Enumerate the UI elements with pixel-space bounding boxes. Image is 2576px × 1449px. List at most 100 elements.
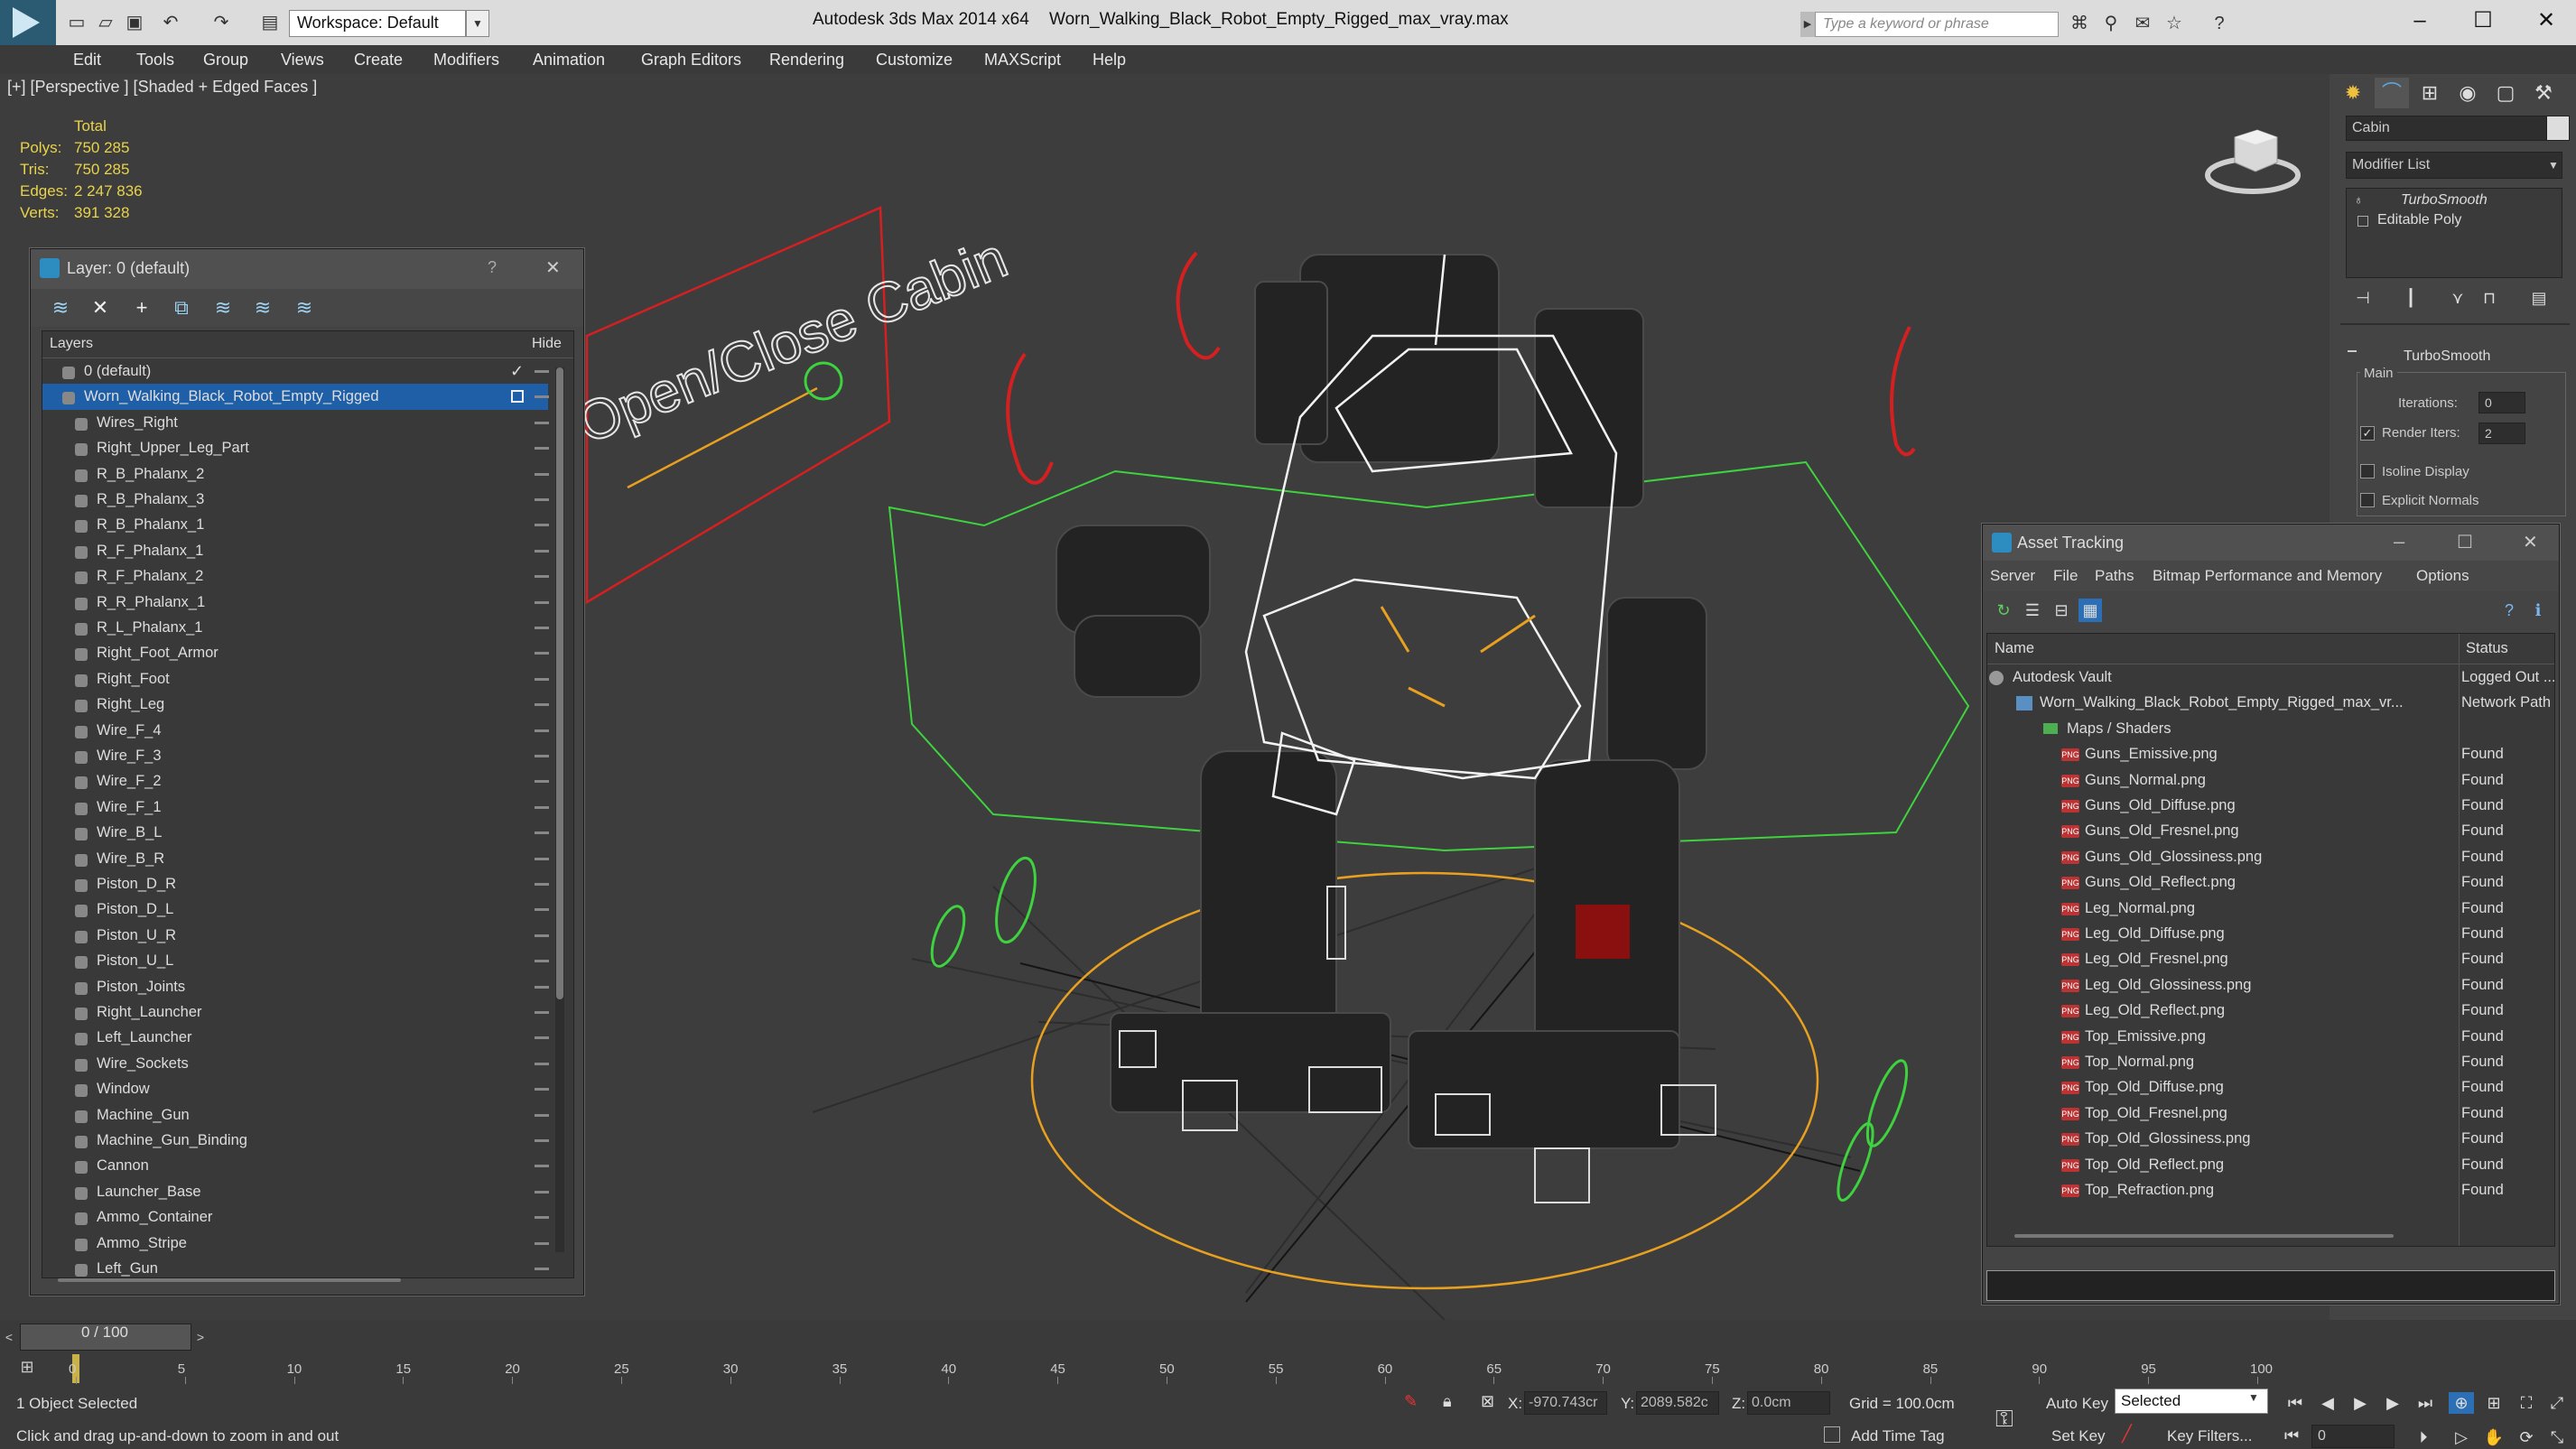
layer-help-icon[interactable]: ? — [488, 258, 497, 277]
hide-toggle[interactable] — [535, 524, 549, 527]
maximize-icon[interactable]: ☐ — [2456, 7, 2510, 34]
app-logo-icon[interactable] — [0, 0, 56, 45]
layer-scrollbar-thumb[interactable] — [556, 367, 563, 999]
layer-row[interactable]: Wire_F_2 — [42, 768, 549, 794]
make-unique-icon[interactable]: ⋎ — [2447, 287, 2469, 309]
hide-toggle[interactable] — [535, 780, 549, 784]
hide-toggle[interactable] — [535, 627, 549, 629]
hide-toggle[interactable] — [535, 472, 549, 476]
prev-frame-icon[interactable]: ◀ — [2315, 1392, 2340, 1414]
asset-hscroll-thumb[interactable] — [2014, 1234, 2394, 1238]
asset-menu-paths[interactable]: Paths — [2095, 561, 2134, 591]
asset-row[interactable]: PNG Top_Old_Glossiness.png Found — [1987, 1126, 2554, 1151]
menu-animation[interactable]: Animation — [533, 45, 605, 74]
menu-customize[interactable]: Customize — [876, 45, 953, 74]
hide-toggle[interactable] — [535, 985, 549, 989]
remove-modifier-icon[interactable]: ⊓ — [2478, 287, 2500, 309]
hide-toggle[interactable] — [535, 831, 549, 835]
menu-group[interactable]: Group — [203, 45, 248, 74]
name-column-header[interactable]: Name — [1995, 640, 2034, 657]
grid-view-icon[interactable]: ▦ — [2078, 599, 2102, 622]
redo-icon[interactable]: ↷ — [209, 12, 233, 33]
layer-row[interactable]: Right_Leg — [42, 692, 549, 717]
layer-row[interactable]: Window — [42, 1076, 549, 1101]
hide-toggle[interactable] — [535, 703, 549, 707]
turbosmooth-rollout-title[interactable]: TurboSmooth — [2404, 348, 2490, 365]
layer-row[interactable]: R_F_Phalanx_2 — [42, 563, 549, 589]
highlight-layer-icon[interactable]: ≋ — [211, 296, 235, 320]
chevron-down-icon[interactable]: ▼ — [2542, 152, 2565, 179]
add-time-tag[interactable]: Add Time Tag — [1851, 1427, 1945, 1445]
isoline-checkbox[interactable] — [2360, 464, 2375, 478]
time-config-icon[interactable]: ⏵ — [2411, 1426, 2436, 1448]
stack-item-editable-poly[interactable]: Editable Poly — [2377, 212, 2461, 228]
x-coord-field[interactable]: -970.743cr — [1524, 1391, 1607, 1415]
layer-row[interactable]: R_R_Phalanx_1 — [42, 590, 549, 615]
layer-row[interactable]: Launcher_Base — [42, 1179, 549, 1204]
object-name-field[interactable]: Cabin — [2346, 116, 2561, 141]
hide-column-header[interactable]: Hide — [532, 336, 562, 352]
layer-row[interactable]: Left_Gun — [42, 1256, 549, 1277]
hide-toggle[interactable] — [535, 421, 549, 424]
layer-list[interactable]: Layers Hide 0 (default) ✓ Worn_Walking_Bla… — [42, 330, 574, 1278]
hide-toggle[interactable] — [535, 805, 549, 809]
menu-help[interactable]: Help — [1093, 45, 1126, 74]
play-icon[interactable]: ▶ — [2348, 1392, 2373, 1414]
create-layer-icon[interactable]: ≋ — [49, 296, 72, 320]
utilities-tab-icon[interactable]: ⚒ — [2526, 78, 2561, 108]
menu-modifiers[interactable]: Modifiers — [433, 45, 499, 74]
freeze-all-layers-icon[interactable]: ≋ — [293, 296, 316, 320]
hide-toggle[interactable] — [535, 1216, 549, 1220]
menu-edit[interactable]: Edit — [73, 45, 101, 74]
layer-row[interactable]: Piston_U_L — [42, 948, 549, 973]
menu-tools[interactable]: Tools — [136, 45, 174, 74]
hide-toggle[interactable] — [535, 1036, 549, 1040]
asset-minimize-icon[interactable]: – — [2394, 530, 2404, 553]
delete-layer-icon[interactable]: ✕ — [88, 296, 112, 320]
asset-dialog-titlebar[interactable]: Asset Tracking – ☐ ✕ — [1983, 525, 2559, 561]
asset-row[interactable]: PNG Top_Emissive.png Found — [1987, 1024, 2554, 1049]
undo-icon[interactable]: ↶ — [159, 12, 182, 33]
hide-toggle[interactable] — [535, 498, 549, 501]
hide-toggle[interactable] — [535, 960, 549, 963]
add-to-layer-icon[interactable]: + — [130, 296, 153, 320]
table-view-icon[interactable]: ⊟ — [2050, 599, 2073, 622]
time-slider-prev-icon[interactable]: < — [0, 1320, 18, 1354]
lightbulb-icon[interactable]: ♁ — [2354, 192, 2364, 207]
hide-toggle[interactable] — [535, 370, 549, 373]
layer-row[interactable]: Right_Upper_Leg_Part — [42, 435, 549, 460]
layer-row[interactable]: Machine_Gun_Binding — [42, 1128, 549, 1153]
layer-row[interactable]: Wire_F_3 — [42, 743, 549, 768]
hide-toggle[interactable] — [535, 755, 549, 757]
layers-column-header[interactable]: Layers — [50, 336, 93, 352]
set-key-icon[interactable]: ╱ — [2122, 1425, 2132, 1444]
asset-menu-file[interactable]: File — [2053, 561, 2078, 591]
hide-toggle[interactable] — [535, 1241, 549, 1245]
time-slider-next-icon[interactable]: > — [191, 1320, 209, 1354]
refresh-icon[interactable]: ↻ — [1992, 599, 2015, 622]
layer-hscroll-thumb[interactable] — [58, 1278, 401, 1282]
hide-toggle[interactable] — [535, 883, 549, 886]
auto-key-button[interactable]: Auto Key — [2046, 1395, 2108, 1413]
layer-dialog-titlebar[interactable]: Layer: 0 (default) ? ✕ — [31, 249, 583, 289]
favorites-icon[interactable]: ☆ — [2162, 13, 2186, 34]
time-slider[interactable]: < > — [0, 1320, 2576, 1354]
asset-help-icon[interactable]: ? — [2497, 599, 2521, 622]
asset-close-icon[interactable]: ✕ — [2523, 531, 2538, 553]
modifier-stack[interactable]: ♁ TurboSmooth Editable Poly — [2346, 188, 2562, 278]
create-tab-icon[interactable]: ✹ — [2336, 78, 2370, 108]
key-set-dropdown[interactable]: Selected — [2115, 1389, 2268, 1414]
search-expand-icon[interactable]: ▶ — [1800, 12, 1815, 37]
layer-row[interactable]: Right_Foot_Armor — [42, 640, 549, 665]
layer-row[interactable]: R_B_Phalanx_3 — [42, 487, 549, 512]
goto-end-icon[interactable]: ⏭ — [2413, 1392, 2438, 1414]
display-tab-icon[interactable]: ▢ — [2488, 78, 2523, 108]
hide-toggle[interactable] — [535, 1165, 549, 1168]
time-tag-icon[interactable] — [1824, 1426, 1840, 1443]
current-layer-check-icon[interactable]: ✓ — [510, 358, 524, 384]
menu-create[interactable]: Create — [354, 45, 403, 74]
key-icon[interactable]: ⚿ — [1995, 1405, 2013, 1434]
layer-row[interactable]: Worn_Walking_Black_Robot_Empty_Rigged — [42, 384, 549, 410]
set-key-button[interactable]: Set Key — [2051, 1427, 2106, 1445]
asset-row[interactable]: PNG Guns_Normal.png Found — [1987, 767, 2554, 793]
